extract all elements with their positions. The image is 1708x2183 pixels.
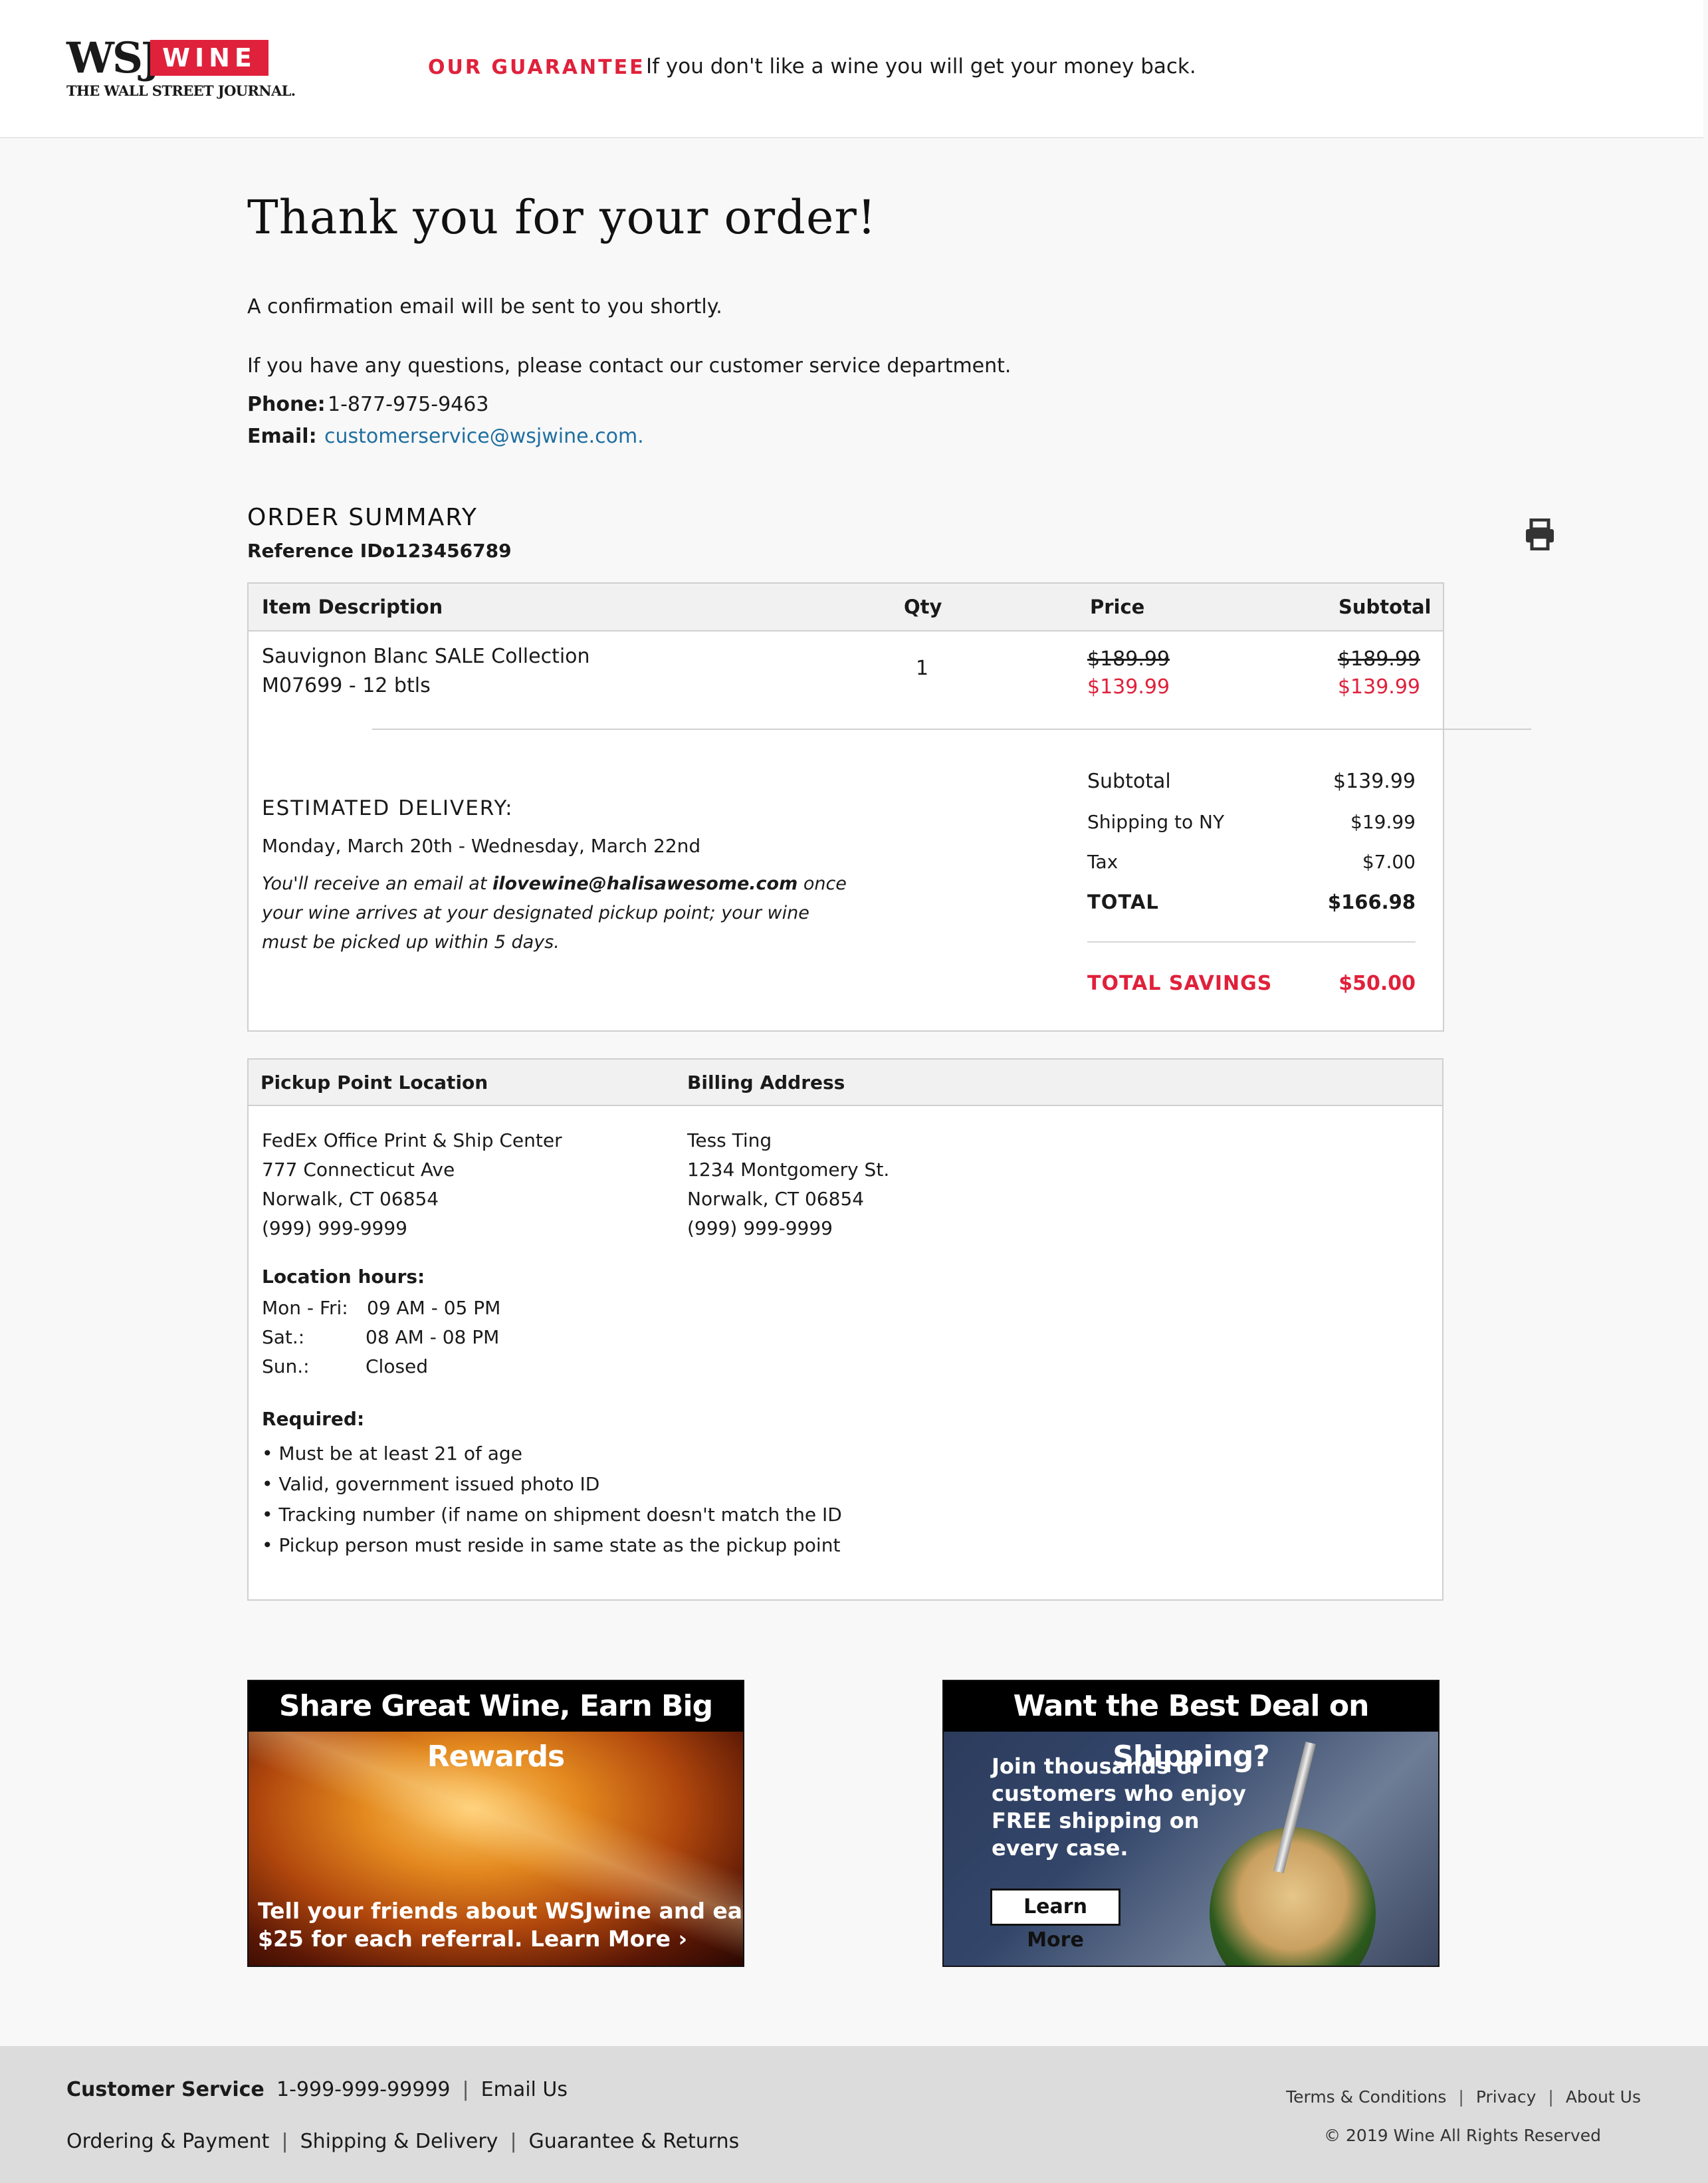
estimated-delivery-title: ESTIMATED DELIVERY: — [262, 796, 514, 820]
referral-ad-text2: $25 for each referral. Learn More › — [258, 1926, 688, 1952]
address-panel: Pickup Point Location Billing Address Fe… — [247, 1058, 1443, 1601]
reference-id: o123456789 — [382, 540, 512, 562]
guarantee-text: If you don't like a wine you will get yo… — [646, 55, 1196, 78]
footer-link-privacy[interactable]: Privacy — [1476, 2087, 1537, 2107]
location-hours: Mon - Fri: 09 AM - 05 PM Sat.: 08 AM - 08 … — [262, 1294, 500, 1381]
shipping-ad-text: Join thousands of customers who enjoy FR… — [992, 1754, 1246, 1861]
shipping-label: Shipping to NY — [1087, 811, 1225, 833]
hours-row: Sat.: 08 AM - 08 PM — [262, 1326, 500, 1348]
tax-label: Tax — [1087, 851, 1119, 873]
copyright-icon: © — [1324, 2126, 1346, 2145]
delivery-note-email: ilovewine@halisawesome.com — [492, 873, 798, 894]
shipping-ad-headline: Want the Best Deal on Shipping? — [944, 1681, 1438, 1774]
order-totals: Subtotal $139.99 Shipping to NY $19.99 T… — [1087, 770, 1416, 1009]
referral-ad-banner[interactable]: Share Great Wine, Earn Big Rewards Tell … — [247, 1680, 744, 1967]
total-value: $166.98 — [1327, 891, 1416, 913]
pickup-line: 777 Connecticut Ave — [262, 1159, 455, 1181]
phone-number: 1-877-975-9463 — [328, 393, 489, 416]
pickup-header: Pickup Point Location — [261, 1072, 488, 1093]
footer-legal-links: Terms & Conditions | Privacy | About Us — [1286, 2087, 1641, 2107]
shipping-ad-banner[interactable]: Want the Best Deal on Shipping? Join tho… — [942, 1680, 1440, 1967]
delivery-dates: Monday, March 20th - Wednesday, March 22… — [262, 835, 701, 857]
guarantee-label: OUR GUARANTEE — [428, 56, 645, 79]
billing-address: Tess Ting 1234 Montgomery St. Norwalk, C… — [687, 1126, 889, 1243]
item-subtotal-sale: $139.99 — [1337, 675, 1420, 699]
hours-row: Sun.: Closed — [262, 1355, 429, 1377]
email-notice: A confirmation email will be sent to you… — [247, 295, 722, 318]
required-title: Required: — [262, 1408, 365, 1430]
shipping-value: $19.99 — [1350, 811, 1416, 833]
logo-tagline: THE WALL STREET JOURNAL. — [66, 82, 296, 99]
pickup-address: FedEx Office Print & Ship Center 777 Con… — [262, 1126, 562, 1243]
totals-divider — [1087, 941, 1416, 943]
billing-line: 1234 Montgomery St. — [687, 1159, 890, 1181]
col-subtotal: Subtotal — [1338, 596, 1432, 618]
page-title: Thank you for your order! — [247, 190, 877, 245]
hours-row: Mon - Fri: 09 AM - 05 PM — [262, 1297, 501, 1319]
footer-link-ordering[interactable]: Ordering & Payment — [66, 2130, 269, 2153]
item-price-original: $189.99 — [1087, 647, 1170, 671]
location-hours-title: Location hours: — [262, 1266, 425, 1288]
order-table: Item Description Qty Price Subtotal Sauv… — [247, 582, 1444, 1032]
footer-link-guarantee[interactable]: Guarantee & Returns — [529, 2130, 740, 2153]
footer-links: Ordering & Payment | Shipping & Delivery | G… — [66, 2130, 740, 2153]
subtotal-label: Subtotal — [1087, 770, 1171, 793]
logo-wine-badge: WINE — [150, 40, 268, 76]
billing-header: Billing Address — [687, 1072, 845, 1093]
site-footer: Customer Service 1-999-999-99999 | Email U… — [0, 2046, 1708, 2183]
delivery-note-line3: must be picked up within 5 days. — [262, 932, 560, 953]
shipping-learn-more-button[interactable]: Learn More — [990, 1889, 1121, 1952]
footer-email-us-link[interactable]: Email Us — [481, 2078, 568, 2101]
col-price: Price — [1090, 596, 1145, 618]
order-summary-title: ORDER SUMMARY — [247, 504, 478, 531]
billing-line: Norwalk, CT 06854 — [687, 1188, 865, 1210]
email-label: Email: — [247, 425, 317, 448]
required-item: • Pickup person must reside in same stat… — [262, 1534, 841, 1556]
footer-link-shipping[interactable]: Shipping & Delivery — [300, 2130, 498, 2153]
site-header: WSJ WINE THE WALL STREET JOURNAL. OUR GU… — [0, 0, 1703, 138]
col-qty: Qty — [904, 596, 942, 618]
customer-service-label: Customer Service — [66, 2078, 265, 2101]
logo-wsj-text: WSJ — [66, 33, 161, 83]
pickup-line: Norwalk, CT 06854 — [262, 1188, 439, 1210]
billing-line: Tess Ting — [687, 1129, 772, 1151]
footer-link-about[interactable]: About Us — [1566, 2087, 1641, 2107]
item-price-sale: $139.99 — [1087, 675, 1170, 699]
referral-ad-headline: Share Great Wine, Earn Big Rewards — [249, 1681, 743, 1774]
required-item: • Tracking number (if name on shipment d… — [262, 1504, 842, 1526]
item-subtotal-original: $189.99 — [1337, 647, 1420, 671]
required-item: • Must be at least 21 of age — [262, 1442, 522, 1464]
footer-copyright: © 2019 Wine All Rights Reserved — [1324, 2126, 1601, 2145]
footer-phone: 1-999-999-99999 — [276, 2078, 451, 2101]
questions-text: If you have any questions, please contac… — [247, 354, 1012, 378]
item-qty: 1 — [916, 657, 929, 680]
footer-link-terms[interactable]: Terms & Conditions — [1286, 2087, 1446, 2107]
referral-learn-more-link[interactable]: Learn More › — [530, 1926, 687, 1952]
wsj-wine-logo[interactable]: WSJ WINE THE WALL STREET JOURNAL. — [66, 33, 296, 101]
col-item-description: Item Description — [262, 596, 443, 618]
address-panel-header: Pickup Point Location Billing Address — [249, 1060, 1442, 1106]
phone-label: Phone: — [247, 393, 326, 416]
billing-line: (999) 999-9999 — [687, 1217, 833, 1239]
pickup-line: FedEx Office Print & Ship Center — [262, 1129, 562, 1151]
total-savings-label: TOTAL SAVINGS — [1087, 972, 1273, 995]
total-label: TOTAL — [1087, 891, 1159, 913]
reference-label: Reference ID: — [247, 540, 390, 562]
delivery-note-line1: You'll receive an email at ilovewine@hal… — [262, 873, 847, 894]
total-savings-value: $50.00 — [1338, 972, 1416, 995]
item-sku: M07699 - 12 btls — [262, 674, 431, 697]
required-list: • Must be at least 21 of age • Valid, go… — [262, 1438, 842, 1561]
customer-service-email-link[interactable]: customerservice@wsjwine.com. — [324, 425, 644, 448]
tax-value: $7.00 — [1362, 851, 1416, 873]
delivery-note-line2: your wine arrives at your designated pic… — [262, 903, 809, 923]
required-item: • Valid, government issued photo ID — [262, 1473, 600, 1495]
printer-icon[interactable] — [1525, 518, 1555, 550]
item-name: Sauvignon Blanc SALE Collection — [262, 645, 590, 668]
subtotal-value: $139.99 — [1333, 770, 1416, 793]
referral-ad-text1: Tell your friends about WSJwine and earn — [258, 1898, 744, 1924]
item-divider — [372, 729, 1531, 730]
footer-phone-row: 1-999-999-99999 | Email Us — [276, 2078, 568, 2101]
order-table-header: Item Description Qty Price Subtotal — [249, 584, 1443, 632]
pickup-line: (999) 999-9999 — [262, 1217, 407, 1239]
